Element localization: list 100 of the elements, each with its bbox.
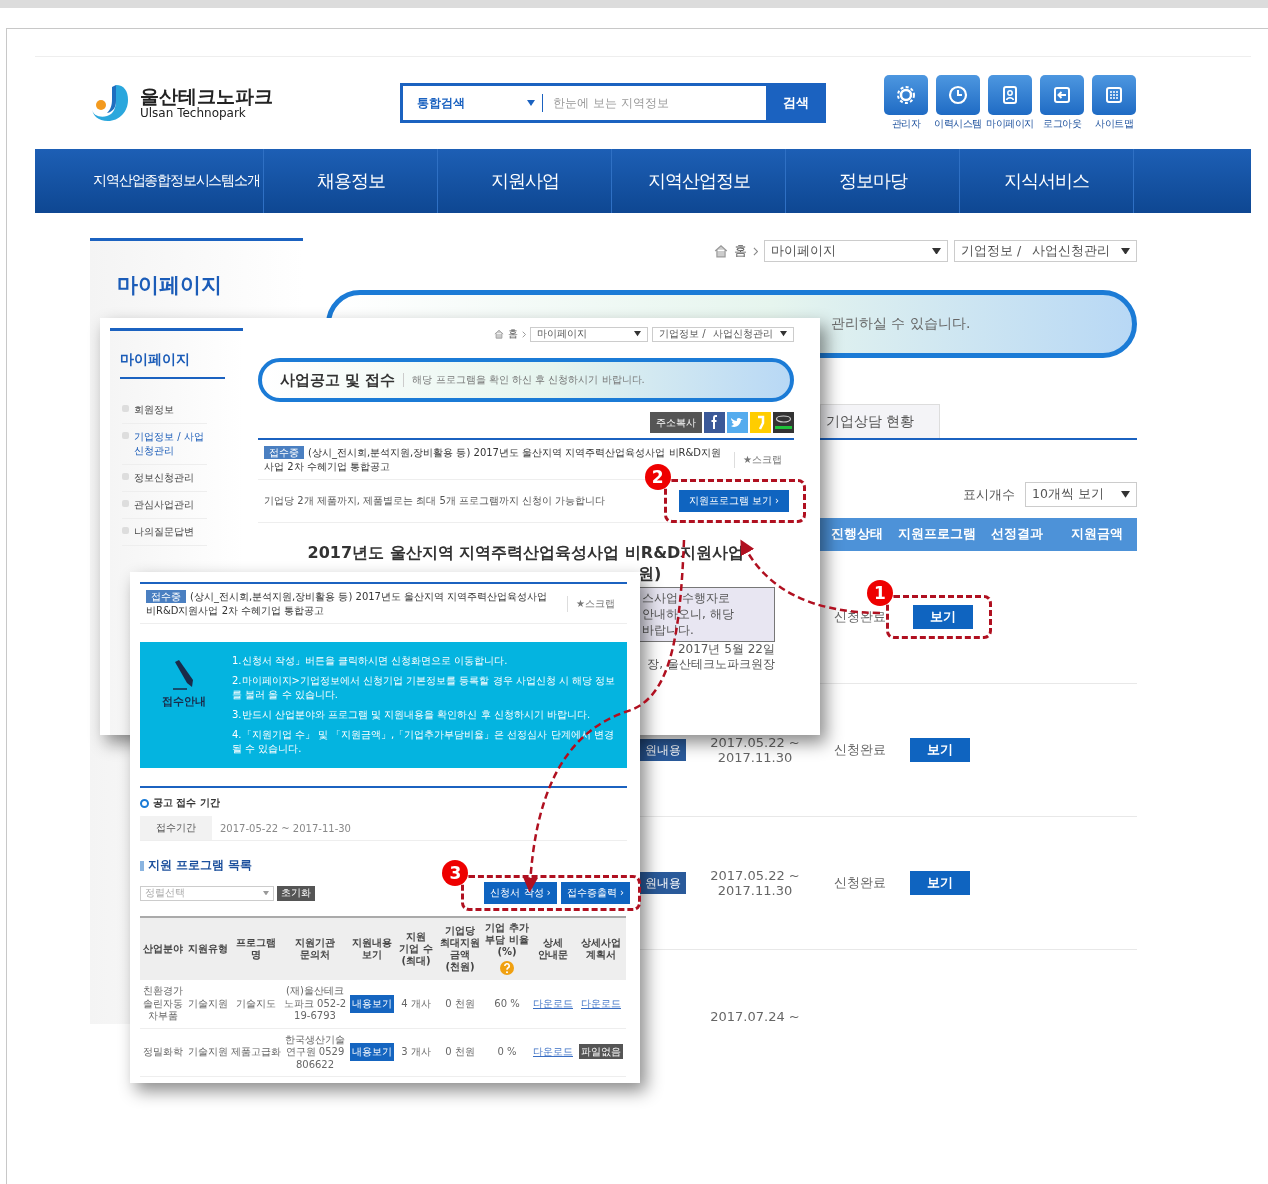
utility-link[interactable]: 이력시스템 — [934, 117, 982, 131]
column-header: 지원프로그램 — [897, 525, 977, 543]
table-cell-text: 정밀화학 — [142, 1046, 184, 1059]
nav-item[interactable]: 채용정보 — [264, 149, 438, 213]
view-button[interactable]: 보기 — [910, 871, 970, 895]
notice-title: 접수중 (상시_전시회,분석지원,장비활용 등) 2017년도 울산지역 지역주력산업육성사업 비R&D지원사업 2차 수혜기업 통합공고 — [146, 590, 549, 617]
nav-item[interactable]: 정보마당 — [786, 149, 960, 213]
nav-item[interactable]: 지역산업종합정보시스템소개 — [90, 149, 264, 213]
content-view-button[interactable]: 내용보기 — [350, 1043, 394, 1062]
logout-icon[interactable] — [1040, 75, 1084, 115]
caret-icon[interactable] — [1121, 247, 1130, 255]
table-cell-text: 60 % — [493, 997, 521, 1010]
table-cell: 제품고급화 — [231, 1046, 281, 1059]
notice-line: 안내하오니, 해당 — [642, 606, 735, 623]
status-cell-text: 신청완료 — [833, 874, 887, 892]
sidebar-item[interactable]: 기업정보 / 사업신청관리 — [122, 424, 207, 465]
nav-item[interactable]: 지원사업 — [438, 149, 612, 213]
page-size-select[interactable]: 10개씩 보기 — [1025, 482, 1137, 507]
utility-link[interactable]: 로그아웃 — [1043, 117, 1081, 131]
program-view-button[interactable]: 지원프로그램 보기 › — [678, 490, 789, 512]
table-cell-text: 친환경가솔린자동차부품 — [142, 985, 184, 1023]
breadcrumb-home[interactable]: 홈 — [507, 327, 518, 341]
band-icon[interactable] — [773, 412, 794, 433]
banner-subtitle: 관리하실 수 있습니다. — [831, 315, 971, 333]
sidebar-item[interactable]: 정보신청관리 — [122, 465, 207, 492]
guide-title: 접수안내 — [162, 694, 206, 709]
search-field[interactable]: 한눈에 보는 지역정보 — [543, 83, 766, 123]
logo-title: 울산테크노파크 — [140, 85, 273, 107]
step-number: 1 — [867, 580, 893, 606]
no-file-badge: 파일없음 — [579, 1044, 623, 1059]
chevron-icon — [521, 330, 526, 338]
table-cell-text: 0 천원 — [444, 1046, 476, 1059]
banner-title: 사업공고 및 접수 — [280, 370, 396, 390]
receipt-print-button[interactable]: 접수증출력 › — [560, 882, 630, 904]
section-title: 지원 프로그램 목록 — [148, 857, 253, 874]
search-scope-select[interactable]: 통합검색 — [400, 83, 543, 123]
reset-button[interactable]: 초기화 — [277, 885, 315, 901]
caret-icon[interactable] — [780, 331, 787, 337]
utility-link[interactable]: 마이페이지 — [986, 117, 1034, 131]
sidebar-title: 마이페이지 — [120, 351, 225, 379]
detail-button[interactable]: 원내용 — [640, 872, 686, 895]
table-cell-text: 4 개사 — [400, 997, 432, 1010]
utility-link[interactable]: 사이트맵 — [1095, 117, 1133, 131]
column-header: 지원금액 — [1070, 525, 1124, 543]
chevron-icon — [752, 246, 758, 256]
download-link[interactable]: 다운로드 — [533, 997, 573, 1009]
caret-icon[interactable] — [634, 331, 641, 337]
view-button[interactable]: 보기 — [910, 738, 970, 762]
copy-url-button[interactable]: 주소복사 — [650, 412, 702, 433]
tab[interactable]: 기업상담 현황 — [820, 404, 940, 438]
utility-link[interactable]: 관리자 — [891, 117, 921, 131]
download-link[interactable]: 다운로드 — [581, 997, 621, 1009]
clock-icon[interactable] — [936, 75, 980, 115]
home-icon[interactable] — [713, 244, 728, 258]
guide-text: 2.마이페이지>기업정보에서 신청기업 기본정보를 등록할 경우 사업신청 시 해당 정보를 불러 올 수 있습니다. — [232, 674, 617, 702]
period-value: 2017-05-22 ~ 2017-11-30 — [219, 822, 351, 834]
caret-icon[interactable] — [932, 247, 941, 255]
sidebar-item[interactable]: 나의질문답변 — [122, 519, 207, 546]
column-header: 지원 기업 수 (최대) — [399, 931, 433, 966]
content-view-button[interactable]: 내용보기 — [350, 994, 394, 1013]
notice-line: 바랍니다. — [642, 622, 695, 639]
apply-button[interactable]: 신청서 작성 › — [484, 882, 557, 904]
column-header: 진행상태 — [830, 525, 884, 543]
breadcrumb-home[interactable]: 홈 — [733, 242, 747, 260]
column-header: 선정결과 — [990, 525, 1044, 543]
menu-select[interactable]: 마이페이지 — [530, 326, 648, 342]
column-header: 상세 안내문 — [538, 937, 568, 960]
submenu-select[interactable]: 기업정보 / 사업신청관리 — [954, 240, 1137, 262]
submenu-select[interactable]: 기업정보 / 사업신청관리 — [652, 326, 794, 342]
view-button[interactable]: 보기 — [913, 605, 973, 629]
nav-item[interactable]: 지역산업정보 — [612, 149, 786, 213]
period-label: 접수기간 — [140, 816, 212, 840]
nav-item[interactable]: 지식서비스 — [960, 149, 1134, 213]
table-cell: 기술지원 — [187, 1046, 229, 1059]
column-header: 기업 추가 부담 비율 (%) — [485, 922, 529, 957]
table-cell-text: 기술지도 — [235, 997, 277, 1010]
notice-line: 스사업 수행자로 — [642, 590, 731, 607]
bullet-icon — [140, 860, 144, 871]
search-button[interactable]: 검색 — [766, 83, 826, 123]
download-link[interactable]: 다운로드 — [533, 1046, 573, 1057]
caret-icon[interactable] — [1121, 491, 1130, 498]
scrap-button[interactable]: ★스크랩 — [567, 595, 621, 612]
caret-icon[interactable] — [527, 100, 535, 106]
detail-button[interactable]: 원내용 — [640, 739, 686, 762]
column-header: 지원내용 보기 — [352, 937, 392, 960]
table-cell-text: 0 천원 — [444, 997, 476, 1010]
table-cell: 기술지원 — [187, 997, 229, 1010]
sidebar-item[interactable]: 회원정보 — [122, 397, 207, 424]
guide-text: 3.반드시 산업분야와 프로그램 및 지원내용을 확인하신 후 신청하시기 바랍니다. — [232, 708, 592, 722]
facebook-icon[interactable] — [704, 412, 725, 433]
menu-select[interactable]: 마이페이지 — [764, 240, 948, 262]
scrap-button[interactable]: ★스크랩 — [734, 451, 788, 468]
grid-icon[interactable] — [1092, 75, 1136, 115]
settings-icon[interactable] — [884, 75, 928, 115]
id-card-icon[interactable] — [988, 75, 1032, 115]
heading-fragment: 원) — [638, 564, 663, 585]
bullet-icon — [140, 798, 149, 808]
limit-text: 기업당 2개 제품까지, 제품별로는 최대 5개 프로그램까지 신청이 가능합니다 — [264, 494, 606, 508]
sidebar-item[interactable]: 관심사업관리 — [122, 492, 207, 519]
column-header: 프로그램 명 — [236, 937, 276, 960]
